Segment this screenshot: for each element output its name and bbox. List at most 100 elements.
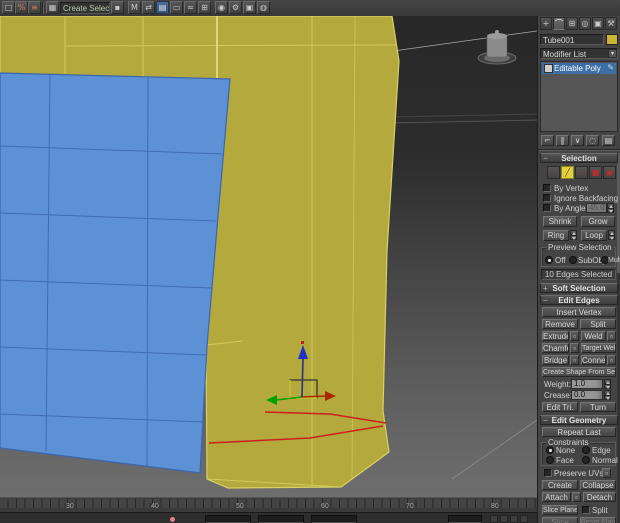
constraint-none-radio[interactable] [546, 446, 554, 454]
vertex-subobject-icon[interactable]: ⋮ [547, 166, 560, 179]
object-color-swatch[interactable] [606, 34, 618, 45]
viewport-layout-icon[interactable] [520, 515, 528, 523]
select-region-icon[interactable]: □ [2, 1, 15, 14]
viewport-layout-icon[interactable] [500, 515, 508, 523]
render-production-icon[interactable]: ◍ [257, 1, 270, 14]
weight-spinner[interactable] [604, 379, 611, 389]
crease-spinner[interactable] [604, 390, 611, 400]
z-coordinate-field[interactable] [311, 515, 357, 523]
material-editor-icon[interactable]: ◉ [215, 1, 228, 14]
extrude-settings-button[interactable]: ▫ [570, 331, 579, 341]
insert-vertex-button[interactable]: Insert Vertex [542, 307, 616, 317]
graphite-modeling-icon[interactable]: ▭ [170, 1, 183, 14]
preview-off-radio[interactable] [545, 256, 553, 264]
object-name-field[interactable]: Tube001 [540, 34, 604, 45]
ring-spinner[interactable] [570, 230, 577, 240]
schematic-view-icon[interactable]: ⊞ [198, 1, 211, 14]
create-shape-button[interactable]: Create Shape From Selection [542, 367, 616, 377]
by-angle-checkbox[interactable] [543, 204, 551, 212]
mirror-icon[interactable]: M [128, 1, 141, 14]
repeat-last-button[interactable]: Repeat Last [542, 427, 616, 437]
bridge-button[interactable]: Bridge [542, 355, 569, 365]
tab-modify[interactable]: ⌒ [553, 17, 565, 30]
stack-item-editable-poly[interactable]: Editable Poly ✎ [542, 63, 616, 74]
grow-button[interactable]: Grow [581, 216, 615, 227]
attach-settings-button[interactable]: ▫ [572, 492, 581, 502]
modifier-list-arrow-icon[interactable]: ▾ [608, 49, 617, 58]
turn-button[interactable]: Turn [580, 402, 616, 412]
detach-button[interactable]: Detach [583, 492, 616, 502]
bridge-settings-button[interactable]: ▫ [570, 355, 579, 365]
edge-subobject-icon[interactable]: ╱ [561, 166, 574, 179]
constraint-face-radio[interactable] [546, 456, 554, 464]
connect-button[interactable]: Connect [581, 355, 606, 365]
tab-hierarchy[interactable]: ⊞ [566, 17, 578, 30]
track-bar[interactable]: 30 40 50 60 70 80 [0, 497, 537, 512]
rendered-frame-icon[interactable]: ▣ [243, 1, 256, 14]
create-button[interactable]: Create [542, 480, 578, 490]
border-subobject-icon[interactable]: ▭ [575, 166, 588, 179]
stack-item-edit-icon[interactable]: ✎ [607, 63, 614, 72]
selection-set-dropdown-button[interactable]: ▪ [111, 1, 124, 14]
tab-create[interactable]: + [540, 17, 552, 30]
constraint-normal-radio[interactable] [582, 456, 590, 464]
remove-button[interactable]: Remove [542, 319, 578, 329]
constraint-edge-radio[interactable] [582, 446, 590, 454]
curve-editor-icon[interactable]: ≈ [184, 1, 197, 14]
chamfer-button[interactable]: Chamfer [542, 343, 569, 353]
loop-spinner[interactable] [608, 230, 615, 240]
viewport-layout-icon[interactable] [510, 515, 518, 523]
layer-manager-icon[interactable]: ▤ [156, 1, 169, 14]
percent-snap-icon[interactable]: % [15, 1, 28, 14]
weight-field[interactable]: 1.0 [571, 379, 603, 389]
polygon-subobject-icon[interactable]: ■ [589, 166, 602, 179]
align-icon[interactable]: ⇄ [142, 1, 155, 14]
remove-modifier-button[interactable]: ◌ [586, 135, 599, 146]
modifier-list-dropdown[interactable]: Modifier List [540, 48, 618, 59]
ignore-backfacing-checkbox[interactable] [543, 194, 551, 202]
preserve-uvs-settings-button[interactable]: ▫ [602, 468, 611, 478]
crease-field[interactable]: 0.0 [571, 390, 603, 400]
split-button[interactable]: Split [580, 319, 616, 329]
extrude-button[interactable]: Extrude [542, 331, 569, 341]
preserve-uvs-checkbox[interactable] [544, 469, 552, 477]
rollout-edit-edges[interactable]: − Edit Edges [540, 295, 618, 305]
make-unique-button[interactable]: ∨ [571, 135, 584, 146]
split-checkbox[interactable] [582, 506, 590, 514]
named-selection-set-dropdown[interactable]: Create Selection Set [60, 2, 110, 14]
tab-motion[interactable]: ◎ [579, 17, 591, 30]
by-vertex-checkbox[interactable] [543, 184, 551, 192]
show-end-result-button[interactable]: ‖ [556, 135, 569, 146]
loop-button[interactable]: Loop [581, 230, 607, 241]
element-subobject-icon[interactable]: ▣ [603, 166, 616, 179]
attach-button[interactable]: Attach [542, 492, 571, 502]
rollout-selection[interactable]: − Selection [540, 153, 618, 163]
viewport-layout-icon[interactable] [490, 515, 498, 523]
slice-plane-button[interactable]: Slice Plane [542, 505, 578, 515]
blue-panel-object[interactable] [0, 72, 231, 474]
x-coordinate-field[interactable] [205, 515, 251, 523]
rollout-edit-geometry[interactable]: − Edit Geometry [540, 415, 618, 425]
modifier-stack[interactable]: Editable Poly ✎ [540, 61, 618, 132]
render-setup-icon[interactable]: ⚙ [229, 1, 242, 14]
edit-tri-button[interactable]: Edit Tri. [542, 402, 578, 412]
chamfer-settings-button[interactable]: ▫ [570, 343, 579, 353]
ring-button[interactable]: Ring [543, 230, 569, 241]
by-angle-spinner[interactable] [607, 203, 614, 213]
tab-display[interactable]: ▣ [592, 17, 604, 30]
weld-settings-button[interactable]: ▫ [607, 331, 616, 341]
preview-subobj-radio[interactable] [569, 256, 577, 264]
edit-named-selection-sets-icon[interactable]: ▦ [46, 1, 59, 14]
collapse-button[interactable]: Collapse [580, 480, 616, 490]
perspective-viewport[interactable] [0, 16, 537, 497]
connect-settings-button[interactable]: ▫ [607, 355, 616, 365]
target-weld-button[interactable]: Target Weld [581, 343, 616, 353]
spinner-snap-icon[interactable]: ≡ [28, 1, 41, 14]
by-angle-field[interactable]: 45.0 [586, 203, 607, 213]
weld-button[interactable]: Weld [581, 331, 606, 341]
tab-utilities[interactable]: ⚒ [605, 17, 617, 30]
y-coordinate-field[interactable] [258, 515, 304, 523]
configure-modifier-sets-button[interactable]: ▤ [602, 135, 615, 146]
rollout-soft-selection[interactable]: + Soft Selection [540, 283, 618, 293]
pin-stack-button[interactable]: ⌐ [541, 135, 554, 146]
